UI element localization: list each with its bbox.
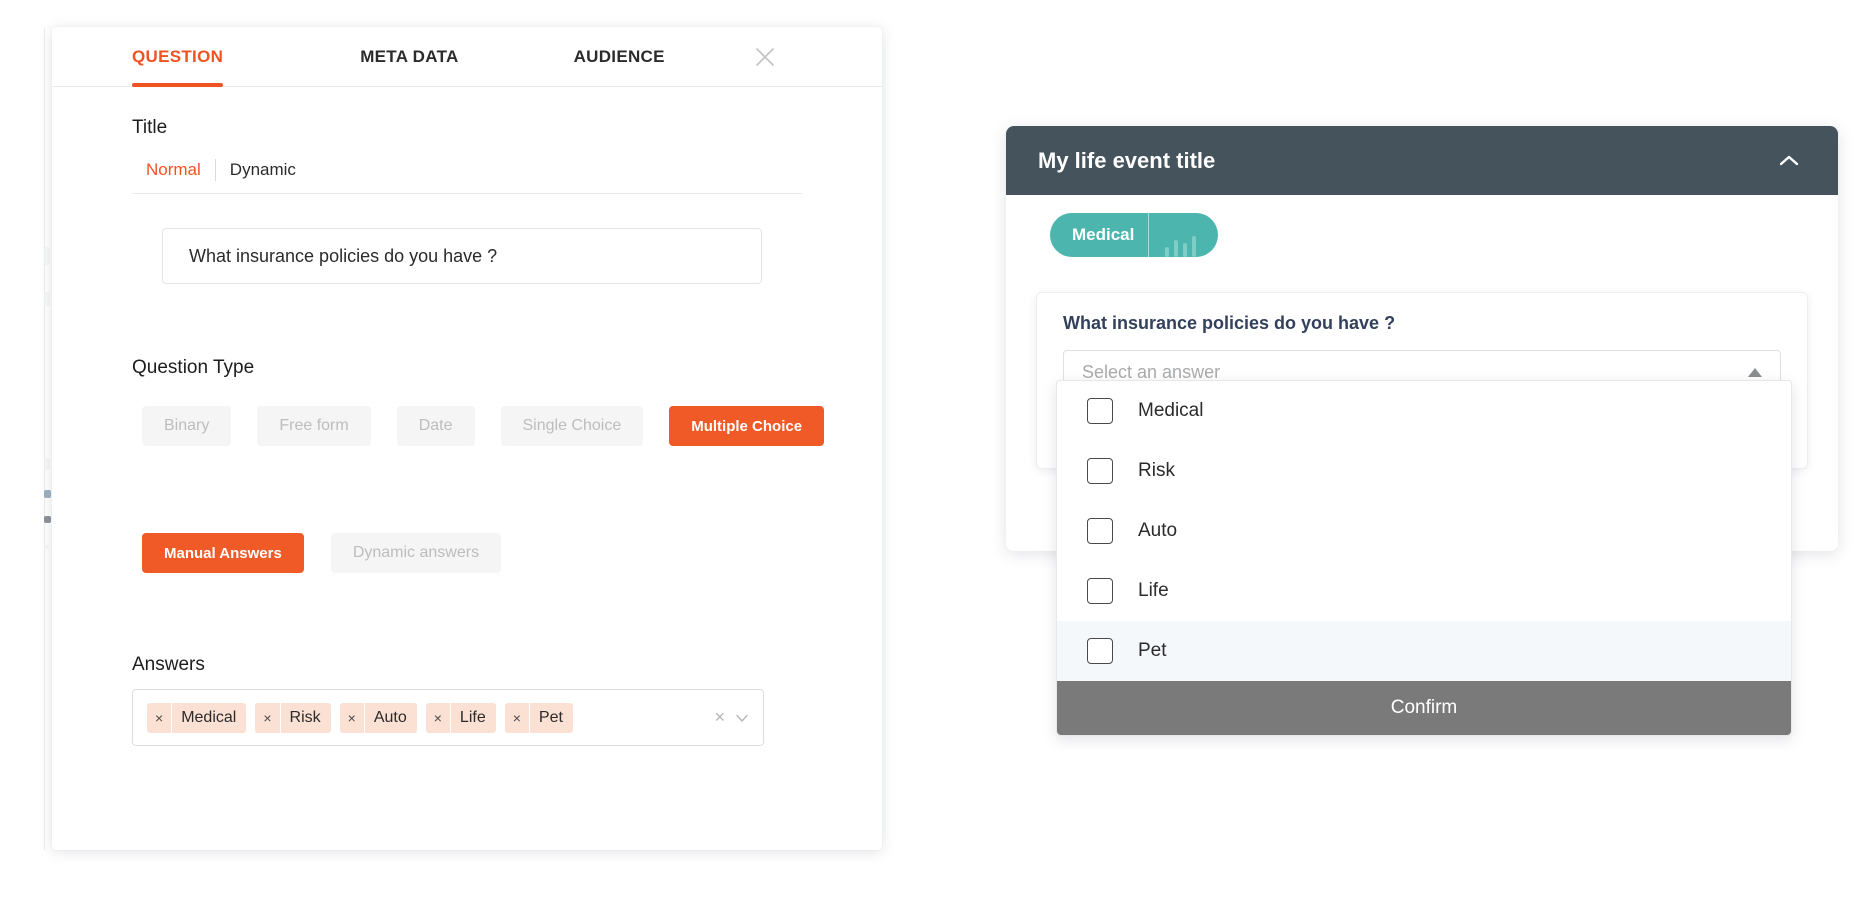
dropdown-option-label: Pet bbox=[1138, 640, 1167, 661]
close-icon[interactable] bbox=[753, 45, 777, 69]
title-mode-subtabs: Normal Dynamic bbox=[132, 159, 802, 194]
answer-tag[interactable]: × Auto bbox=[339, 702, 417, 733]
dropdown-option-medical[interactable]: Medical bbox=[1057, 381, 1791, 441]
answer-tag-remove-icon[interactable]: × bbox=[255, 702, 281, 733]
answer-tag-remove-icon[interactable]: × bbox=[505, 702, 530, 733]
category-chip[interactable]: Medical bbox=[1050, 213, 1219, 257]
background-artifact bbox=[44, 458, 50, 470]
answer-dropdown: Medical Risk Auto Life Pet Confirm bbox=[1056, 380, 1792, 736]
preview-header: My life event title bbox=[1006, 126, 1838, 195]
answer-tag-remove-icon[interactable]: × bbox=[340, 702, 365, 733]
dropdown-option-label: Life bbox=[1138, 580, 1169, 601]
checkbox-icon[interactable] bbox=[1087, 458, 1113, 484]
question-type-free-form[interactable]: Free form bbox=[257, 406, 371, 446]
subtab-normal[interactable]: Normal bbox=[132, 160, 215, 180]
background-artifact bbox=[44, 516, 51, 523]
title-input[interactable]: What insurance policies do you have ? bbox=[162, 228, 762, 284]
answers-tag-list: × Medical × Risk × Auto × Life × Pet bbox=[147, 702, 714, 733]
background-artifact bbox=[44, 247, 50, 265]
background-artifact bbox=[44, 292, 50, 306]
title-section-label: Title bbox=[132, 117, 168, 138]
dropdown-option-label: Medical bbox=[1138, 400, 1204, 421]
question-type-single-choice[interactable]: Single Choice bbox=[500, 406, 644, 446]
checkbox-icon[interactable] bbox=[1087, 518, 1113, 544]
answers-input-actions: × bbox=[714, 707, 751, 728]
answer-tag-label: Auto bbox=[373, 708, 407, 726]
background-artifact bbox=[44, 490, 51, 498]
subtab-dynamic[interactable]: Dynamic bbox=[216, 160, 310, 180]
confirm-button[interactable]: Confirm bbox=[1057, 681, 1791, 735]
title-input-value: What insurance policies do you have ? bbox=[189, 245, 498, 266]
preview-body: Medical bbox=[1006, 195, 1838, 257]
manual-answers-button[interactable]: Manual Answers bbox=[142, 533, 304, 573]
answer-tag-label: Pet bbox=[538, 708, 563, 726]
question-type-date[interactable]: Date bbox=[396, 406, 475, 446]
bar-chart-icon bbox=[1149, 213, 1218, 257]
dynamic-answers-button[interactable]: Dynamic answers bbox=[330, 533, 502, 573]
tab-meta-data-label: META DATA bbox=[360, 46, 459, 66]
background-edge-line bbox=[44, 28, 45, 850]
category-chip-label: Medical bbox=[1050, 213, 1150, 257]
tab-audience-label: AUDIENCE bbox=[573, 46, 665, 66]
dropdown-option-pet[interactable]: Pet bbox=[1057, 621, 1791, 681]
answer-tag-remove-icon[interactable]: × bbox=[147, 702, 173, 733]
question-type-buttons: Binary Free form Date Single Choice Mult… bbox=[142, 406, 882, 446]
answer-tag[interactable]: × Medical bbox=[147, 702, 247, 733]
preview-title: My life event title bbox=[1038, 147, 1216, 173]
answer-tag-label: Life bbox=[459, 708, 486, 726]
answers-tag-input[interactable]: × Medical × Risk × Auto × Life × Pet × bbox=[132, 689, 764, 746]
answer-tag[interactable]: × Life bbox=[425, 702, 496, 733]
answer-tag-remove-icon[interactable]: × bbox=[426, 702, 451, 733]
tab-question-label: QUESTION bbox=[132, 46, 224, 66]
chevron-down-icon[interactable] bbox=[733, 709, 751, 727]
dropdown-option-label: Auto bbox=[1138, 520, 1178, 541]
dropdown-option-life[interactable]: Life bbox=[1057, 561, 1791, 621]
dropdown-option-risk[interactable]: Risk bbox=[1057, 441, 1791, 501]
modal-tabbar: QUESTION META DATA AUDIENCE bbox=[52, 27, 882, 87]
answer-tag[interactable]: × Pet bbox=[504, 702, 573, 733]
tab-audience[interactable]: AUDIENCE bbox=[574, 27, 665, 87]
dropdown-option-label: Risk bbox=[1138, 460, 1175, 481]
question-editor-modal: QUESTION META DATA AUDIENCE Title Normal bbox=[52, 27, 882, 850]
chevron-up-icon[interactable] bbox=[1776, 148, 1802, 174]
answer-tag-label: Risk bbox=[289, 708, 321, 726]
background-artifact bbox=[44, 545, 49, 549]
question-type-label: Question Type bbox=[132, 357, 255, 378]
question-type-multiple-choice[interactable]: Multiple Choice bbox=[669, 406, 825, 446]
answer-source-buttons: Manual Answers Dynamic answers bbox=[142, 533, 882, 573]
checkbox-icon[interactable] bbox=[1087, 638, 1113, 664]
preview-question-text: What insurance policies do you have ? bbox=[1063, 313, 1396, 333]
tab-meta-data[interactable]: META DATA bbox=[360, 27, 458, 87]
dropdown-option-auto[interactable]: Auto bbox=[1057, 501, 1791, 561]
answers-label: Answers bbox=[132, 654, 205, 675]
checkbox-icon[interactable] bbox=[1087, 398, 1113, 424]
app-root: QUESTION META DATA AUDIENCE Title Normal bbox=[0, 0, 1874, 904]
answer-tag[interactable]: × Risk bbox=[255, 702, 331, 733]
modal-body: Title Normal Dynamic What insurance poli… bbox=[52, 87, 882, 746]
clear-all-icon[interactable]: × bbox=[714, 707, 725, 728]
tab-question[interactable]: QUESTION bbox=[132, 27, 224, 87]
answer-tag-label: Medical bbox=[181, 708, 237, 726]
question-type-binary[interactable]: Binary bbox=[142, 406, 232, 446]
checkbox-icon[interactable] bbox=[1087, 578, 1113, 604]
